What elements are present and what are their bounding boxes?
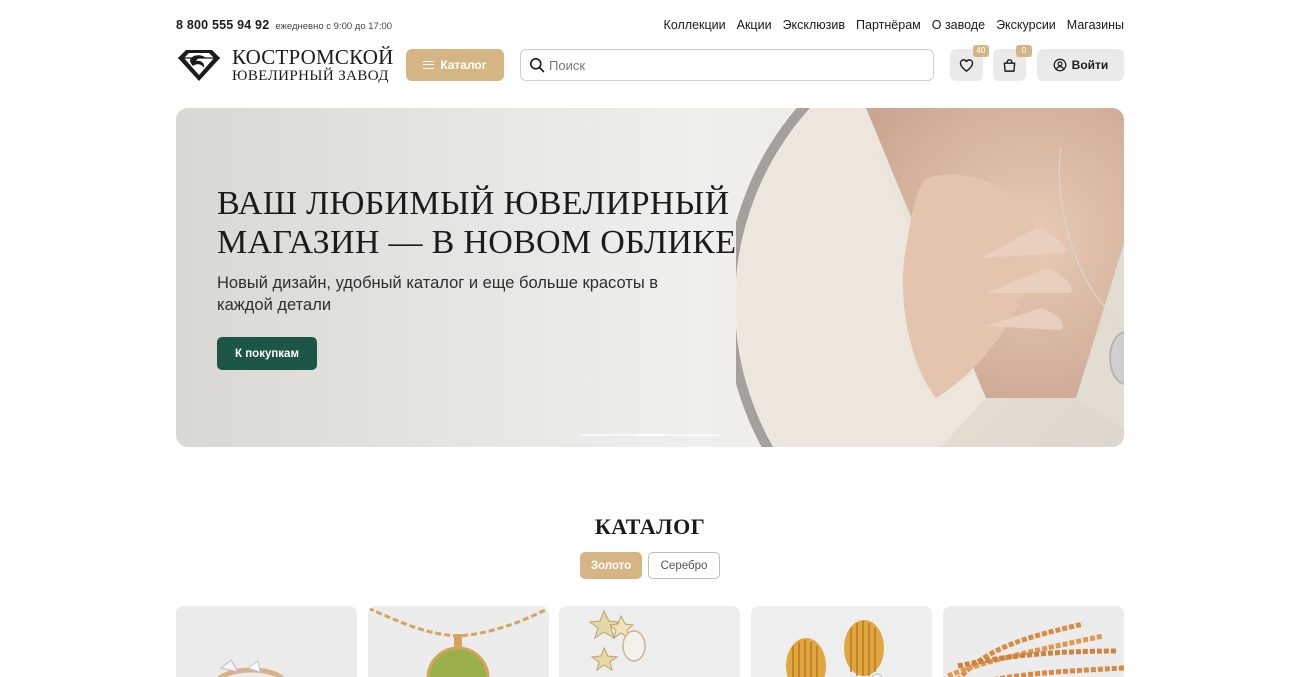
logo-line-2: ЮВЕЛИРНЫЙ ЗАВОД	[232, 67, 389, 84]
slide-dot[interactable]	[693, 434, 721, 436]
logo-line-1: КОСТРОМСКОЙ	[232, 44, 394, 69]
nav-collections[interactable]: Коллекции	[664, 18, 726, 32]
catalog-button-label: Каталог	[440, 58, 487, 72]
slide-dot[interactable]	[665, 434, 693, 436]
cart-button[interactable]: 0	[993, 45, 1032, 81]
nav-promotions[interactable]: Акции	[737, 18, 772, 32]
catalog-card-rings[interactable]	[176, 606, 357, 677]
favorites-count-badge: 40	[973, 45, 989, 57]
hero-title: ВАШ ЛЮБИМЫЙ ЮВЕЛИРНЫЙ МАГАЗИН — В НОВОМ …	[217, 185, 737, 261]
working-hours: ежедневно с 9:00 до 17:00	[275, 21, 393, 32]
diamond-logo-icon	[178, 50, 220, 81]
catalog-card-earrings[interactable]	[559, 606, 740, 677]
hero-subtitle: Новый дизайн, удобный каталог и еще боль…	[217, 274, 659, 314]
gold-chain-image	[943, 606, 1124, 677]
pendant-image	[368, 606, 549, 677]
nav-excursions[interactable]: Экскурсии	[996, 18, 1056, 32]
nav-exclusive[interactable]: Эксклюзив	[783, 18, 845, 32]
slide-dot[interactable]	[609, 434, 637, 436]
cart-count-badge: 0	[1016, 45, 1032, 57]
shop-now-button[interactable]: К покупкам	[217, 337, 317, 370]
logo[interactable]: КОСТРОМСКОЙ ЮВЕЛИРНЫЙ ЗАВОД	[176, 44, 394, 84]
login-button[interactable]: Войти	[1037, 49, 1124, 81]
catalog-card-gold-earrings[interactable]	[751, 606, 932, 677]
slide-dot[interactable]	[581, 434, 609, 436]
hero-mirror-image	[736, 108, 1124, 447]
top-bar: 8 800 555 94 92 ежедневно с 9:00 до 17:0…	[176, 16, 1124, 34]
top-nav: Коллекции Акции Эксклюзив Партнёрам О за…	[664, 18, 1124, 32]
search-input[interactable]	[549, 57, 929, 73]
ring-image	[176, 606, 357, 677]
search-icon	[530, 58, 545, 73]
hero-banner[interactable]: ВАШ ЛЮБИМЫЙ ЮВЕЛИРНЫЙ МАГАЗИН — В НОВОМ …	[176, 108, 1124, 447]
gold-earrings-image	[751, 606, 932, 677]
catalog-card-chains[interactable]	[943, 606, 1124, 677]
nav-stores[interactable]: Магазины	[1067, 18, 1124, 32]
slide-dot-active[interactable]	[637, 434, 665, 436]
favorites-button[interactable]: 40	[950, 45, 989, 81]
tab-silver[interactable]: Серебро	[648, 552, 720, 579]
contact-info: 8 800 555 94 92 ежедневно с 9:00 до 17:0…	[176, 18, 392, 32]
login-button-label: Войти	[1071, 58, 1109, 72]
shopping-bag-icon	[1003, 58, 1016, 72]
catalog-button[interactable]: Каталог	[406, 49, 504, 81]
heart-icon	[959, 58, 974, 72]
slider-pagination	[581, 434, 721, 436]
header: КОСТРОМСКОЙ ЮВЕЛИРНЫЙ ЗАВОД Каталог 40 0	[176, 44, 1124, 84]
user-circle-icon	[1053, 58, 1067, 72]
menu-icon	[423, 61, 435, 69]
nav-about-factory[interactable]: О заводе	[932, 18, 985, 32]
catalog-card-pendants[interactable]	[368, 606, 549, 677]
tab-gold[interactable]: Золото	[580, 552, 642, 579]
search-box[interactable]	[520, 49, 934, 81]
catalog-heading: КАТАЛОГ	[594, 514, 706, 539]
star-earrings-image	[559, 606, 740, 677]
catalog-cards	[176, 606, 1124, 677]
metal-tabs: Золото Серебро	[580, 552, 720, 579]
nav-partners[interactable]: Партнёрам	[856, 18, 921, 32]
logo-text: КОСТРОМСКОЙ ЮВЕЛИРНЫЙ ЗАВОД	[232, 44, 394, 84]
phone-number[interactable]: 8 800 555 94 92	[176, 18, 269, 32]
